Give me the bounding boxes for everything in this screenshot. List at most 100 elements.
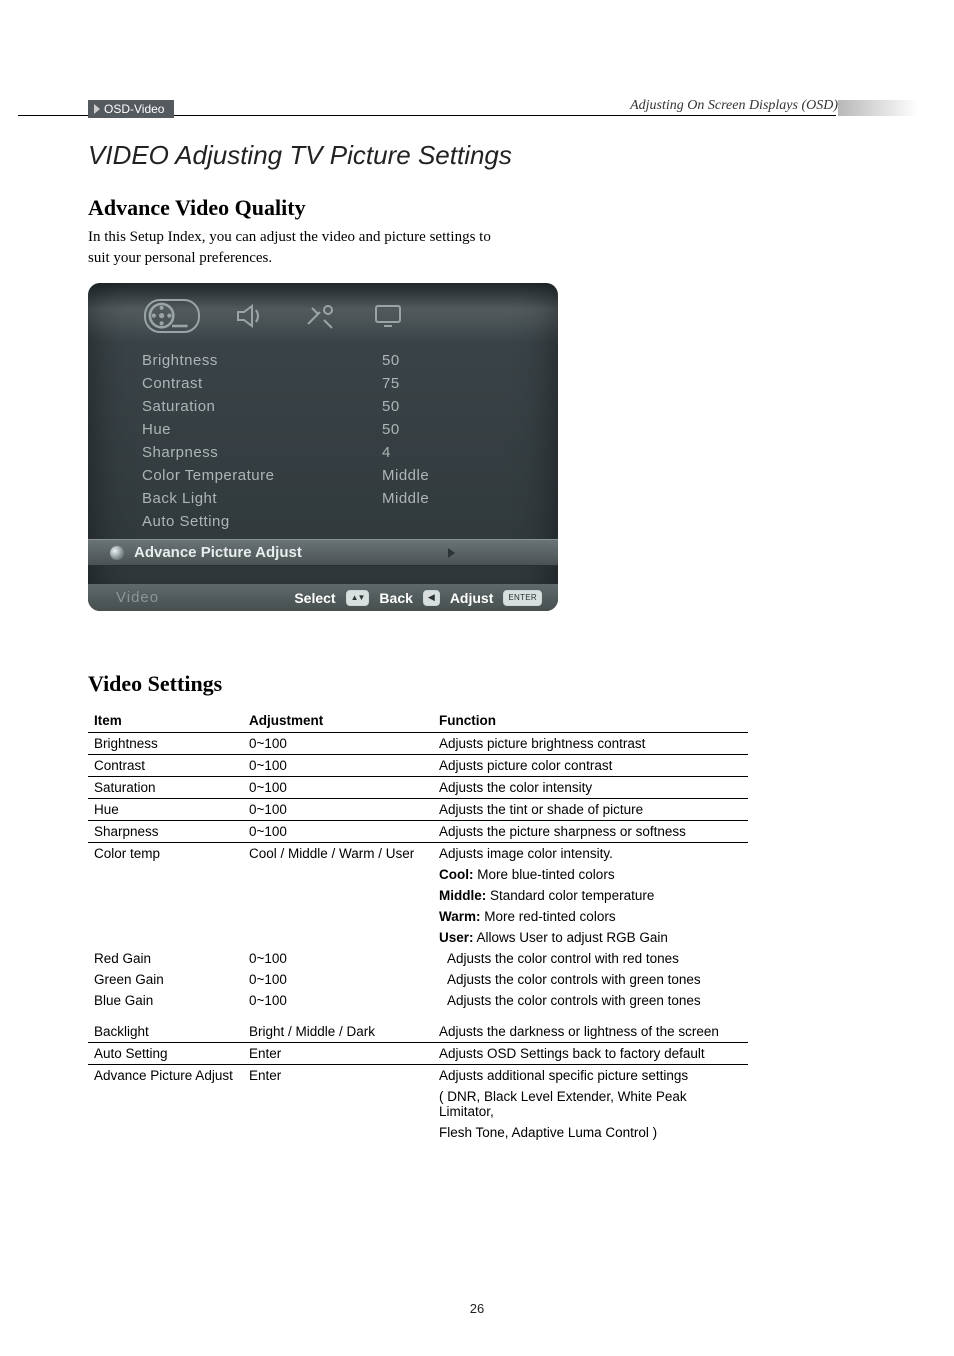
cell-item: Backlight	[88, 1021, 243, 1043]
osd-footer-select: Select	[294, 590, 335, 606]
chevron-right-icon	[448, 548, 455, 558]
cell-adjustment: 0~100	[243, 948, 433, 969]
updown-key-icon	[346, 590, 370, 606]
cell-adjustment	[243, 864, 433, 885]
cell-item: Red Gain	[88, 948, 243, 969]
cell-item: Contrast	[88, 755, 243, 777]
table-row: User: Allows User to adjust RGB Gain	[88, 927, 748, 948]
osd-menu-label: Contrast	[142, 375, 382, 392]
osd-menu-value: 50	[382, 352, 400, 369]
cell-function: Adjusts the color controls with green to…	[433, 969, 748, 990]
table-row: Red Gain0~100Adjusts the color control w…	[88, 948, 748, 969]
cell-function: Adjusts picture brightness contrast	[433, 733, 748, 755]
cell-function: Adjusts the tint or shade of picture	[433, 799, 748, 821]
cell-adjustment	[243, 885, 433, 906]
cell-adjustment: Bright / Middle / Dark	[243, 1021, 433, 1043]
cell-item	[88, 1122, 243, 1143]
th-function: Function	[433, 709, 748, 733]
tools-icon	[300, 302, 340, 330]
breadcrumb: Adjusting On Screen Displays (OSD)	[630, 98, 838, 114]
cell-item: Blue Gain	[88, 990, 243, 1011]
page-header: OSD-Video Adjusting On Screen Displays (…	[88, 100, 838, 122]
cell-function: Adjusts the color controls with green to…	[433, 990, 748, 1011]
th-adjustment: Adjustment	[243, 709, 433, 733]
cell-item: Hue	[88, 799, 243, 821]
function-desc: More blue-tinted colors	[474, 867, 615, 882]
cell-function: Adjusts the darkness or lightness of the…	[433, 1021, 748, 1043]
cell-adjustment: 0~100	[243, 777, 433, 799]
cell-item: Saturation	[88, 777, 243, 799]
osd-selected-row: Advance Picture Adjust	[88, 539, 558, 566]
osd-menu-row: Sharpness4	[142, 441, 520, 464]
table-row	[88, 1011, 748, 1021]
cell-item	[88, 885, 243, 906]
th-item: Item	[88, 709, 243, 733]
table-row: Warm: More red-tinted colors	[88, 906, 748, 927]
cell-function: ( DNR, Black Level Extender, White Peak …	[433, 1086, 748, 1122]
cell-item: Brightness	[88, 733, 243, 755]
cell-function: Adjusts the color control with red tones	[433, 948, 748, 969]
cell-item	[88, 1086, 243, 1122]
osd-menu-row: Saturation50	[142, 395, 520, 418]
cell-item	[88, 927, 243, 948]
table-row: Advance Picture AdjustEnterAdjusts addit…	[88, 1065, 748, 1087]
section-avq-intro: In this Setup Index, you can adjust the …	[88, 227, 838, 269]
osd-menu-label: Hue	[142, 421, 382, 438]
page-title: VIDEO Adjusting TV Picture Settings	[88, 140, 838, 171]
cell-function: Adjusts OSD Settings back to factory def…	[433, 1043, 748, 1065]
video-settings-table: Item Adjustment Function Brightness0~100…	[88, 709, 748, 1143]
cell-adjustment: 0~100	[243, 821, 433, 843]
function-desc: More red-tinted colors	[481, 909, 616, 924]
table-row: Flesh Tone, Adaptive Luma Control )	[88, 1122, 748, 1143]
osd-menu-row: Brightness50	[142, 349, 520, 372]
bullet-icon	[110, 546, 124, 560]
cell-adjustment: 0~100	[243, 969, 433, 990]
cell-adjustment: Enter	[243, 1043, 433, 1065]
table-row: ( DNR, Black Level Extender, White Peak …	[88, 1086, 748, 1122]
cell-item	[88, 906, 243, 927]
osd-footer-title: Video	[116, 589, 286, 606]
film-reel-icon	[144, 299, 200, 333]
table-row: Saturation0~100Adjusts the color intensi…	[88, 777, 748, 799]
function-key: User:	[439, 930, 474, 945]
osd-screenshot: Brightness50Contrast75Saturation50Hue50S…	[88, 283, 558, 611]
osd-menu-label: Saturation	[142, 398, 382, 415]
cell-function: User: Allows User to adjust RGB Gain	[433, 927, 748, 948]
cell-item: Color temp	[88, 843, 243, 865]
intro-line1: In this Setup Index, you can adjust the …	[88, 229, 491, 245]
function-desc: Allows User to adjust RGB Gain	[474, 930, 668, 945]
osd-selected-label: Advance Picture Adjust	[134, 544, 302, 561]
osd-tab: OSD-Video	[88, 100, 174, 118]
osd-footer: Video Select Back Adjust	[88, 584, 558, 611]
osd-menu-list: Brightness50Contrast75Saturation50Hue50S…	[98, 343, 548, 533]
table-row: Auto SettingEnterAdjusts OSD Settings ba…	[88, 1043, 748, 1065]
left-key-icon	[423, 590, 440, 606]
osd-menu-label: Color Temperature	[142, 467, 382, 484]
page-number: 26	[0, 1301, 954, 1316]
cell-adjustment: 0~100	[243, 990, 433, 1011]
cell-adjustment	[243, 906, 433, 927]
screen-icon	[370, 302, 410, 330]
osd-menu-label: Auto Setting	[142, 513, 382, 530]
osd-menu-value: 50	[382, 421, 400, 438]
cell-item: Auto Setting	[88, 1043, 243, 1065]
osd-menu-row: Back LightMiddle	[142, 487, 520, 510]
table-row: Contrast0~100Adjusts picture color contr…	[88, 755, 748, 777]
cell-item: Green Gain	[88, 969, 243, 990]
osd-menu-value: Middle	[382, 467, 429, 484]
table-row: Cool: More blue-tinted colors	[88, 864, 748, 885]
table-row: Blue Gain0~100Adjusts the color controls…	[88, 990, 748, 1011]
cell-adjustment	[243, 1122, 433, 1143]
speaker-icon	[230, 302, 270, 330]
cell-function: Adjusts the picture sharpness or softnes…	[433, 821, 748, 843]
cell-adjustment	[243, 927, 433, 948]
osd-menu-label: Brightness	[142, 352, 382, 369]
osd-footer-back: Back	[379, 590, 412, 606]
cell-function: Adjusts the color intensity	[433, 777, 748, 799]
header-fade	[838, 100, 918, 116]
function-key: Middle:	[439, 888, 486, 903]
osd-menu-value: 50	[382, 398, 400, 415]
table-row: Color tempCool / Middle / Warm / UserAdj…	[88, 843, 748, 865]
table-row: BacklightBright / Middle / DarkAdjusts t…	[88, 1021, 748, 1043]
osd-menu-value: Middle	[382, 490, 429, 507]
